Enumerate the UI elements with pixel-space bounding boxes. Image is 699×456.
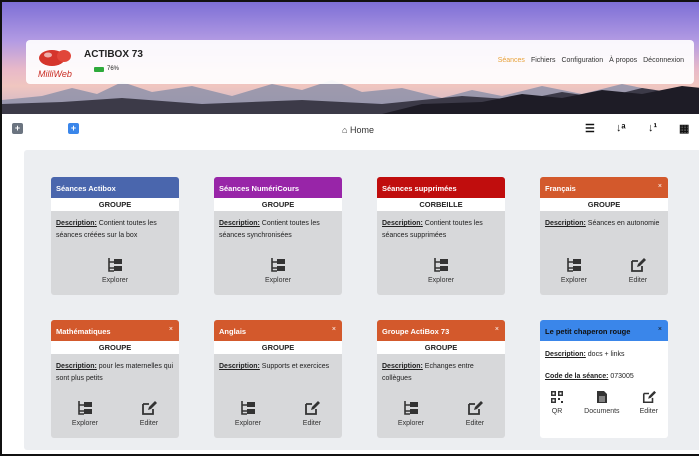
edit-button[interactable]: Editer [303,400,321,427]
sessions-grid: Séances Actibox GROUPE Description: Cont… [24,150,699,450]
card-session-petit-chaperon-rouge: Le petit chaperon rouge × Description: do… [540,320,668,438]
breadcrumb-home[interactable]: ⌂ Home [342,125,374,135]
toolbar: + + ⌂ Home ☰ ↓ᵃ ↓¹ ▦ [2,114,699,148]
close-icon[interactable]: × [495,326,499,333]
card-seances-supprimees: Séances supprimées CORBEILLE Description… [377,177,505,295]
edit-icon [468,401,483,415]
calendar-icon[interactable]: ▦ [679,122,689,135]
explorer-icon [404,401,418,415]
card-seances-numericours: Séances NumériCours GROUPE Description: … [214,177,342,295]
sort-alpha-icon[interactable]: ↓ᵃ [616,122,626,134]
explorer-button[interactable]: Explorer [428,257,454,284]
card-description: Description: Séances en autonomie [545,220,660,227]
card-header: Séances NumériCours [214,177,342,198]
card-mathematiques: Mathématiques × GROUPE Description: pour … [51,320,179,438]
edit-button[interactable]: Editer [140,400,158,427]
close-icon[interactable]: × [332,326,336,333]
card-francais: Français × GROUPE Description: Séances en… [540,177,668,295]
edit-icon [305,401,320,415]
close-icon[interactable]: × [658,183,662,190]
card-description: Description: Contient toutes les séances… [382,220,483,239]
qr-button[interactable]: QR [550,390,564,415]
session-code: Code de la séance: 073005 [545,373,634,380]
explorer-icon [271,258,285,272]
explorer-button[interactable]: Explorer [561,257,587,284]
card-header: Mathématiques × [51,320,179,341]
nav-fichiers[interactable]: Fichiers [531,57,556,64]
edit-button[interactable]: Editer [629,257,647,284]
card-header: Groupe ActiBox 73 × [377,320,505,341]
card-description: Description: docs + links [545,351,625,358]
card-type: GROUPE [377,341,505,354]
card-header: Anglais × [214,320,342,341]
home-icon: ⌂ [342,125,348,135]
home-label: Home [349,125,374,135]
battery-level: 76% [107,66,120,72]
edit-button[interactable]: Editer [466,400,484,427]
card-description: Description: Supports et exercices [219,363,330,370]
close-icon[interactable]: × [658,326,662,333]
battery-icon [94,66,104,72]
card-type: GROUPE [540,198,668,211]
card-type: GROUPE [214,198,342,211]
explorer-button[interactable]: Explorer [102,257,128,284]
explorer-button[interactable]: Explorer [398,400,424,427]
card-groupe-actibox-73: Groupe ActiBox 73 × GROUPE Description: E… [377,320,505,438]
card-description: Description: pour les maternelles qui so… [56,363,174,382]
card-type: GROUPE [51,198,179,211]
explorer-button[interactable]: Explorer [235,400,261,427]
app-title: ACTIBOX 73 [84,49,143,60]
card-description: Description: Contient toutes les séances… [219,220,320,239]
card-header: Séances Actibox [51,177,179,198]
card-type: GROUPE [51,341,179,354]
list-view-icon[interactable]: ☰ [585,122,595,135]
nav-a-propos[interactable]: À propos [609,57,637,64]
close-icon[interactable]: × [169,326,173,333]
card-description: Description: Echanges entre collègues [382,363,474,382]
document-icon [596,391,607,403]
edit-icon [631,258,646,272]
milliweb-logo: MilliWeb [38,50,72,79]
explorer-icon [108,258,122,272]
card-description: Description: Contient toutes les séances… [56,220,157,239]
edit-icon [642,390,656,404]
top-navbar: MilliWeb ACTIBOX 73 76% Séances Fichiers… [26,40,694,84]
nav-links: Séances Fichiers Configuration À propos … [498,57,684,64]
card-header: Séances supprimées [377,177,505,198]
nav-configuration[interactable]: Configuration [561,57,603,64]
nav-deconnexion[interactable]: Déconnexion [643,57,684,64]
card-anglais: Anglais × GROUPE Description: Supports et… [214,320,342,438]
explorer-icon [78,401,92,415]
app-window: MilliWeb ACTIBOX 73 76% Séances Fichiers… [0,0,699,456]
battery-status: 76% [94,66,119,72]
card-type: GROUPE [214,341,342,354]
card-type: CORBEILLE [377,198,505,211]
nav-seances[interactable]: Séances [498,57,525,64]
card-header: Français × [540,177,668,198]
explorer-icon [434,258,448,272]
card-header: Le petit chaperon rouge × [540,320,668,341]
sort-numeric-icon[interactable]: ↓¹ [648,122,657,134]
explorer-icon [567,258,581,272]
add-icon[interactable]: + [68,123,79,134]
documents-button[interactable]: Documents [584,390,620,415]
hero-banner: MilliWeb ACTIBOX 73 76% Séances Fichiers… [2,2,699,114]
edit-button[interactable]: Editer [640,390,658,415]
explorer-button[interactable]: Explorer [72,400,98,427]
edit-icon [142,401,157,415]
explorer-button[interactable]: Explorer [265,257,291,284]
folder-plus-icon[interactable]: + [12,123,23,134]
card-seances-actibox: Séances Actibox GROUPE Description: Cont… [51,177,179,295]
qr-code-icon [551,391,564,403]
explorer-icon [241,401,255,415]
svg-text:MilliWeb: MilliWeb [38,69,72,79]
